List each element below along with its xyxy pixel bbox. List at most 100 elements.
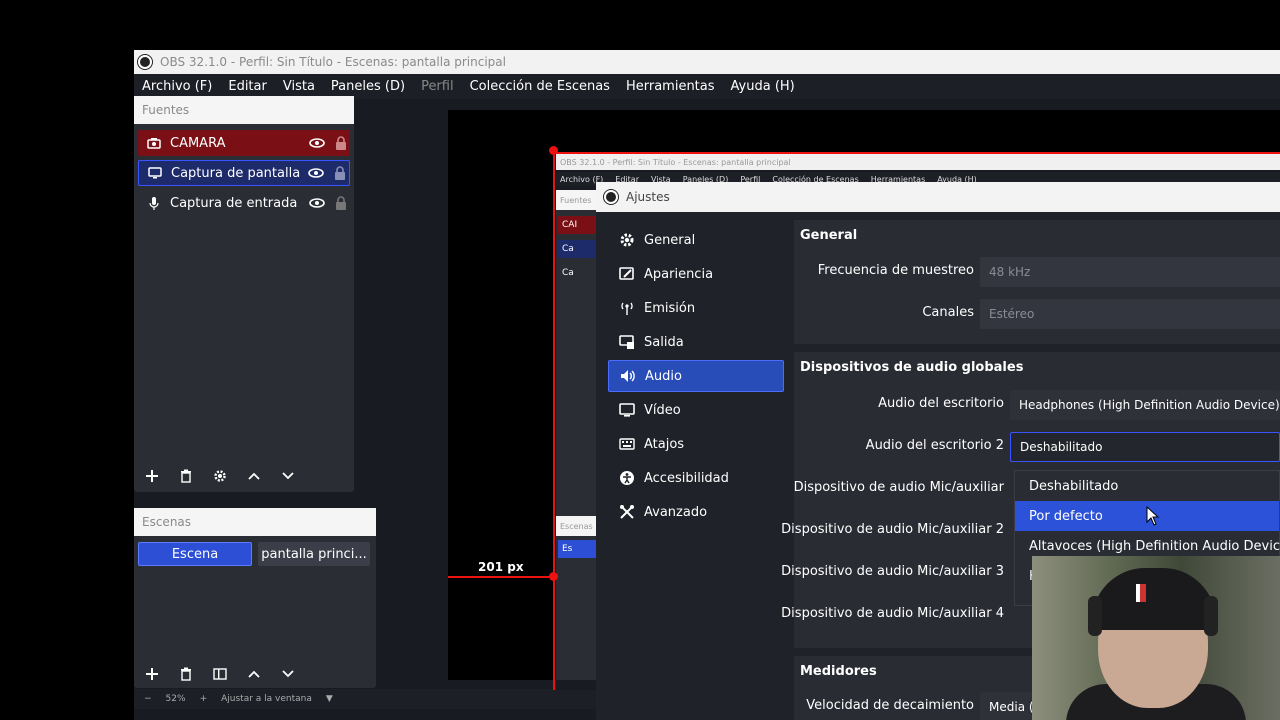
broadcast-icon bbox=[618, 299, 636, 317]
source-label: Captura de pantalla 2 bbox=[171, 165, 301, 181]
filter-icon[interactable] bbox=[210, 664, 230, 684]
obs-logo-icon bbox=[138, 55, 152, 69]
window-title: OBS 32.1.0 - Perfil: Sin Título - Escena… bbox=[160, 55, 506, 69]
lock-icon[interactable] bbox=[331, 164, 349, 182]
output-icon bbox=[618, 333, 636, 351]
nav-audio[interactable]: Audio bbox=[608, 360, 784, 392]
scenes-toolbar bbox=[134, 660, 376, 688]
desktop-audio-2-select[interactable]: Deshabilitado bbox=[1010, 432, 1280, 462]
settings-nav: General Apariencia Emisión Salida Audio … bbox=[608, 224, 784, 530]
chevron-down-icon[interactable] bbox=[278, 466, 298, 486]
source-row-camara[interactable]: CAMARA bbox=[138, 130, 350, 156]
lock-icon[interactable] bbox=[332, 134, 350, 152]
trash-icon[interactable] bbox=[176, 664, 196, 684]
chevron-up-icon[interactable] bbox=[244, 466, 264, 486]
nav-label: Accesibilidad bbox=[644, 470, 729, 486]
nav-label: Emisión bbox=[644, 300, 696, 316]
monitor-icon bbox=[618, 401, 636, 419]
channels-label: Canales bbox=[922, 305, 974, 320]
source-label: CAMARA bbox=[170, 135, 226, 151]
keyboard-icon bbox=[618, 435, 636, 453]
decay-label: Velocidad de decaimiento bbox=[806, 698, 974, 713]
devices-title: Dispositivos de audio globales bbox=[800, 360, 1024, 375]
eye-icon[interactable] bbox=[308, 134, 326, 152]
channels-select[interactable]: Estéreo bbox=[980, 299, 1280, 329]
add-scene-icon[interactable] bbox=[142, 664, 162, 684]
nav-label: Atajos bbox=[644, 436, 685, 452]
main-titlebar: OBS 32.1.0 - Perfil: Sin Título - Escena… bbox=[134, 50, 1280, 74]
general-group: General Frecuencia de muestreo 48 kHz Ca… bbox=[794, 220, 1280, 344]
menu-paneles[interactable]: Paneles (D) bbox=[323, 79, 413, 94]
source-row-captura-pantalla[interactable]: Captura de pantalla 2 bbox=[138, 160, 350, 186]
nav-apariencia[interactable]: Apariencia bbox=[608, 258, 784, 290]
nested-source-row: Ca bbox=[562, 268, 574, 278]
measure-label: 201 px bbox=[478, 560, 524, 574]
eye-icon[interactable] bbox=[307, 164, 325, 182]
nested-sources-title: Fuentes bbox=[556, 190, 596, 210]
resize-handle[interactable] bbox=[549, 572, 558, 581]
eye-icon[interactable] bbox=[308, 194, 326, 212]
mic-audio-3-label: Dispositivo de audio Mic/auxiliar 3 bbox=[781, 564, 1004, 579]
nav-label: Audio bbox=[645, 368, 682, 384]
palette-icon bbox=[618, 265, 636, 283]
nested-source-row: CAI bbox=[558, 216, 596, 234]
resize-handle[interactable] bbox=[549, 146, 558, 155]
nested-titlebar: OBS 32.1.0 - Perfil: Sin Título - Escena… bbox=[556, 154, 1280, 170]
fit-mode[interactable]: Ajustar a la ventana bbox=[221, 694, 312, 704]
cap-logo-icon bbox=[1136, 584, 1146, 602]
lock-icon[interactable] bbox=[332, 194, 350, 212]
nav-emision[interactable]: Emisión bbox=[608, 292, 784, 324]
preview-statusbar: − 52% + Ajustar a la ventana ▼ bbox=[134, 689, 604, 709]
nav-general[interactable]: General bbox=[608, 224, 784, 256]
measure-line-vertical bbox=[553, 150, 555, 690]
zoom-out-icon[interactable]: − bbox=[144, 694, 152, 704]
tools-icon bbox=[618, 503, 636, 521]
chevron-down-icon[interactable]: ▼ bbox=[326, 694, 333, 704]
accessibility-icon bbox=[618, 469, 636, 487]
nav-salida[interactable]: Salida bbox=[608, 326, 784, 358]
nav-label: General bbox=[644, 232, 696, 248]
sources-title: Fuentes bbox=[134, 96, 354, 124]
trash-icon[interactable] bbox=[176, 466, 196, 486]
zoom-in-icon[interactable]: + bbox=[200, 694, 208, 704]
desktop-audio-2-label: Audio del escritorio 2 bbox=[865, 438, 1004, 453]
menu-perfil[interactable]: Perfil bbox=[413, 79, 462, 94]
nav-label: Salida bbox=[644, 334, 684, 350]
mouse-cursor-icon bbox=[1146, 506, 1160, 526]
desktop-audio-label: Audio del escritorio bbox=[878, 396, 1004, 411]
scenes-dock: Escenas Escena pantalla princi... bbox=[134, 508, 376, 688]
sources-toolbar bbox=[134, 462, 354, 490]
nav-avanzado[interactable]: Avanzado bbox=[608, 496, 784, 528]
menu-coleccion[interactable]: Colección de Escenas bbox=[462, 79, 618, 94]
menu-vista[interactable]: Vista bbox=[275, 79, 323, 94]
chevron-up-icon[interactable] bbox=[244, 664, 264, 684]
menu-ayuda[interactable]: Ayuda (H) bbox=[723, 79, 803, 94]
nav-label: Vídeo bbox=[644, 402, 681, 418]
general-title: General bbox=[800, 228, 858, 243]
webcam-overlay bbox=[1032, 556, 1280, 720]
nav-atajos[interactable]: Atajos bbox=[608, 428, 784, 460]
nested-source-row: Ca bbox=[558, 240, 596, 258]
microphone-icon bbox=[146, 195, 162, 211]
scene-escena[interactable]: Escena bbox=[138, 542, 252, 566]
nav-accesibilidad[interactable]: Accesibilidad bbox=[608, 462, 784, 494]
nested-scenes-title: Escenas bbox=[556, 516, 596, 536]
monitor-icon bbox=[147, 165, 163, 181]
sample-rate-select[interactable]: 48 kHz bbox=[980, 257, 1280, 287]
sample-rate-label: Frecuencia de muestreo bbox=[817, 263, 974, 278]
scene-pantalla-principal[interactable]: pantalla princi... bbox=[258, 542, 370, 566]
add-source-icon[interactable] bbox=[142, 466, 162, 486]
source-row-captura-entrada[interactable]: Captura de entrada a bbox=[138, 190, 350, 216]
menu-herramientas[interactable]: Herramientas bbox=[618, 79, 723, 94]
chevron-down-icon[interactable] bbox=[278, 664, 298, 684]
gear-icon[interactable] bbox=[210, 466, 230, 486]
menu-editar[interactable]: Editar bbox=[220, 79, 275, 94]
nav-video[interactable]: Vídeo bbox=[608, 394, 784, 426]
mic-audio-4-label: Dispositivo de audio Mic/auxiliar 4 bbox=[781, 606, 1004, 621]
menu-archivo[interactable]: Archivo (F) bbox=[134, 79, 220, 94]
nested-scene-row: Es bbox=[558, 540, 596, 558]
dropdown-option-deshabilitado[interactable]: Deshabilitado bbox=[1015, 471, 1279, 501]
speaker-icon bbox=[619, 367, 637, 385]
gear-icon bbox=[618, 231, 636, 249]
desktop-audio-select[interactable]: Headphones (High Definition Audio Device… bbox=[1010, 390, 1280, 420]
